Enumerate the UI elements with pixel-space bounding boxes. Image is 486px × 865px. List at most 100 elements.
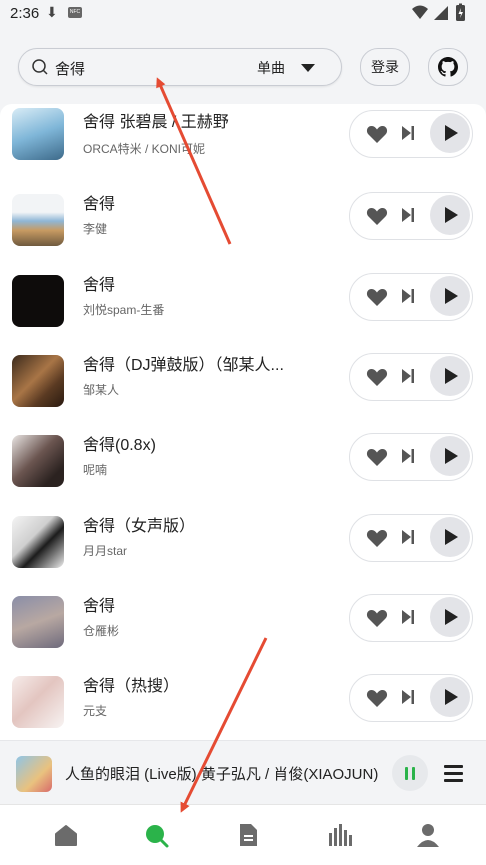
login-button[interactable]: 登录: [360, 48, 410, 86]
nav-charts[interactable]: [326, 821, 354, 849]
top-bar: 舍得 单曲 登录: [0, 38, 486, 96]
song-controls: [349, 273, 473, 321]
play-icon: [445, 207, 458, 223]
nav-search[interactable]: [142, 821, 170, 849]
album-cover: [12, 355, 64, 407]
skip-next-icon[interactable]: [401, 448, 415, 464]
heart-icon[interactable]: [366, 688, 388, 708]
status-time: 2:36: [10, 5, 40, 22]
wifi-icon: [412, 5, 428, 19]
song-artist: 仓雁彬: [83, 624, 120, 638]
song-row[interactable]: 舍得（女声版） 月月star: [0, 506, 486, 586]
play-button[interactable]: [430, 113, 470, 153]
play-icon: [445, 368, 458, 384]
play-button[interactable]: [430, 436, 470, 476]
song-controls: [349, 110, 473, 158]
song-row[interactable]: 舍得（DJ弹鼓版）（邹某人... 邹某人: [0, 345, 486, 425]
play-button[interactable]: [430, 276, 470, 316]
play-button[interactable]: [430, 356, 470, 396]
song-controls: [349, 433, 473, 481]
skip-next-icon[interactable]: [401, 529, 415, 545]
album-cover: [12, 676, 64, 728]
song-controls: [349, 353, 473, 401]
song-title: 舍得(0.8x): [83, 437, 156, 454]
song-artist: 李健: [83, 222, 108, 236]
song-title: 舍得（热搜）: [83, 678, 180, 695]
nav-documents[interactable]: [234, 821, 262, 849]
heart-icon[interactable]: [366, 287, 388, 307]
pause-button[interactable]: [392, 755, 428, 791]
song-row[interactable]: 舍得 张碧晨 / 王赫野 ORCA特米 / KONI可妮: [0, 104, 486, 184]
nav-profile[interactable]: [414, 821, 442, 849]
playlist-menu-icon[interactable]: [444, 765, 463, 786]
heart-icon[interactable]: [366, 124, 388, 144]
pause-icon-bar-left: [405, 767, 408, 780]
status-icons: [410, 3, 468, 28]
song-controls: [349, 192, 473, 240]
song-controls: [349, 514, 473, 562]
skip-next-icon[interactable]: [401, 689, 415, 705]
song-controls: [349, 594, 473, 642]
heart-icon[interactable]: [366, 447, 388, 467]
heart-icon[interactable]: [366, 528, 388, 548]
song-artist: 元支: [83, 704, 108, 718]
status-bar: 2:36 ⬇ NFC: [0, 0, 486, 28]
search-type-label[interactable]: 单曲: [257, 58, 285, 78]
song-row[interactable]: 舍得 李健: [0, 184, 486, 264]
nav-home[interactable]: [52, 821, 80, 849]
play-icon: [445, 288, 458, 304]
song-title: 舍得（DJ弹鼓版）（邹某人...: [83, 357, 284, 374]
document-icon: [240, 824, 257, 846]
nfc-icon: NFC: [68, 7, 82, 18]
song-artist: 呢喃: [83, 463, 108, 477]
song-title: 舍得（女声版）: [83, 518, 196, 535]
github-button[interactable]: [428, 48, 468, 86]
search-icon: [146, 825, 169, 848]
home-icon: [55, 825, 77, 846]
album-cover: [12, 108, 64, 160]
search-icon: [32, 59, 48, 75]
song-row[interactable]: 舍得 刘悦spam-生番: [0, 265, 486, 345]
song-row[interactable]: 舍得（热搜） 元支: [0, 666, 486, 740]
skip-next-icon[interactable]: [401, 609, 415, 625]
search-input[interactable]: 舍得: [55, 58, 85, 79]
play-icon: [445, 609, 458, 625]
mini-player[interactable]: 人鱼的眼泪 (Live版) 黄子弘凡 / 肖俊(XIAOJUN): [0, 740, 486, 803]
skip-next-icon[interactable]: [401, 207, 415, 223]
heart-icon[interactable]: [366, 206, 388, 226]
skip-next-icon[interactable]: [401, 368, 415, 384]
song-title: 舍得: [83, 196, 116, 213]
song-row[interactable]: 舍得(0.8x) 呢喃: [0, 425, 486, 505]
song-artist: 邹某人: [83, 383, 120, 397]
chart-icon: [329, 824, 352, 846]
play-icon: [445, 125, 458, 141]
play-icon: [445, 448, 458, 464]
play-button[interactable]: [430, 195, 470, 235]
play-button[interactable]: [430, 677, 470, 717]
album-cover: [12, 435, 64, 487]
signal-icon: [434, 6, 448, 20]
song-title: 舍得 张碧晨 / 王赫野: [83, 114, 229, 131]
github-icon: [438, 57, 458, 77]
download-icon: ⬇: [46, 4, 58, 20]
now-playing-cover: [16, 756, 52, 792]
song-title: 舍得: [83, 598, 116, 615]
chevron-down-icon[interactable]: [301, 64, 315, 72]
song-controls: [349, 674, 473, 722]
song-row[interactable]: 舍得 仓雁彬: [0, 586, 486, 666]
skip-next-icon[interactable]: [401, 288, 415, 304]
song-artist: 月月star: [83, 544, 128, 558]
album-cover: [12, 275, 64, 327]
song-list: 舍得 张碧晨 / 王赫野 ORCA特米 / KONI可妮 舍得 李健 舍得 刘悦…: [0, 104, 486, 740]
play-button[interactable]: [430, 597, 470, 637]
heart-icon[interactable]: [366, 367, 388, 387]
heart-icon[interactable]: [366, 608, 388, 628]
skip-next-icon[interactable]: [401, 125, 415, 141]
play-icon: [445, 689, 458, 705]
song-artist: ORCA特米 / KONI可妮: [83, 142, 206, 156]
album-cover: [12, 596, 64, 648]
album-cover: [12, 516, 64, 568]
play-button[interactable]: [430, 517, 470, 557]
search-box[interactable]: 舍得 单曲: [18, 48, 342, 86]
profile-icon: [417, 824, 439, 847]
